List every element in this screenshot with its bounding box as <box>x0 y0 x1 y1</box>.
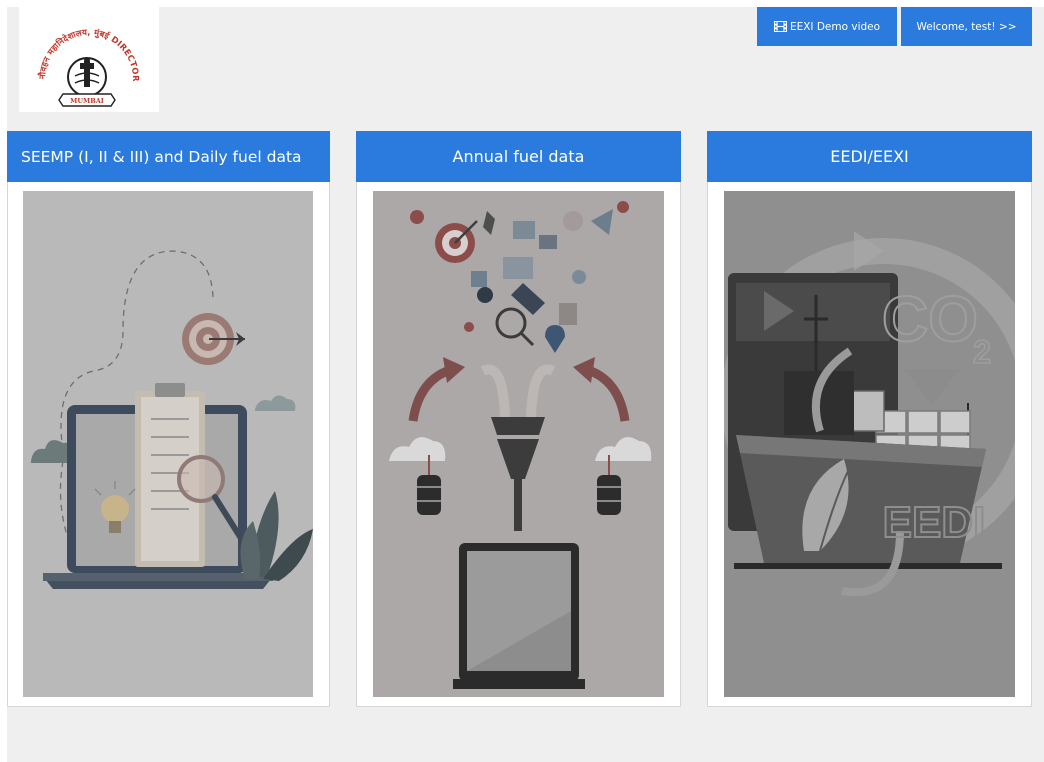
dg-shipping-logo[interactable]: नौवहन महानिदेशालय, मुंबई DIRECTORATE GEN… <box>19 7 159 112</box>
eedi-label: EEDI <box>883 498 986 547</box>
annual-fuel-data-card[interactable]: Annual fuel data <box>356 131 681 707</box>
seemp-card-image[interactable] <box>23 191 313 697</box>
eexi-demo-video-button[interactable]: EEXI Demo video <box>757 7 897 46</box>
co2-label: CO <box>882 283 978 355</box>
lighthouse-emblem-icon <box>67 57 107 97</box>
ship-co2-eedi-icon: CO 2 EEDI <box>724 231 1015 597</box>
logo-ribbon-text: MUMBAI <box>70 97 104 105</box>
laptop-checklist-target-icon <box>31 250 313 589</box>
data-funnel-laptop-icon <box>389 201 652 689</box>
eedi-eexi-card-image[interactable]: CO 2 EEDI <box>724 191 1015 697</box>
annual-fuel-data-card-title[interactable]: Annual fuel data <box>356 131 681 182</box>
eedi-eexi-card[interactable]: EEDI/EEXI CO 2 EEDI <box>707 131 1032 707</box>
welcome-user-button[interactable]: Welcome, test! >> <box>901 7 1032 46</box>
annual-fuel-data-card-image[interactable] <box>373 191 664 697</box>
seemp-card[interactable]: SEEMP (I, II & III) and Daily fuel data <box>7 131 330 707</box>
co2-subscript-label: 2 <box>973 334 991 370</box>
eedi-eexi-card-title[interactable]: EEDI/EEXI <box>707 131 1032 182</box>
film-icon <box>773 21 787 32</box>
seemp-card-title[interactable]: SEEMP (I, II & III) and Daily fuel data <box>7 131 330 182</box>
eexi-demo-video-label: EEXI Demo video <box>789 20 881 33</box>
logo-ribbon: MUMBAI <box>58 93 116 107</box>
welcome-user-label: Welcome, test! >> <box>916 20 1017 33</box>
